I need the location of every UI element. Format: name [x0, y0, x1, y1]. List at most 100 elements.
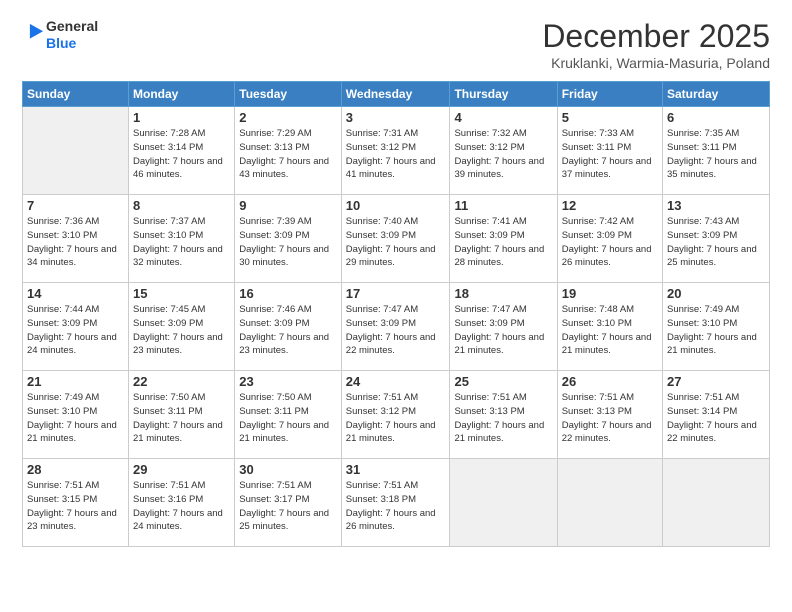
weekday-header-friday: Friday	[557, 82, 662, 107]
calendar-cell: 9Sunrise: 7:39 AMSunset: 3:09 PMDaylight…	[235, 195, 342, 283]
day-info: Sunrise: 7:51 AMSunset: 3:13 PMDaylight:…	[562, 391, 658, 446]
day-number: 6	[667, 110, 765, 125]
day-info: Sunrise: 7:31 AMSunset: 3:12 PMDaylight:…	[346, 127, 446, 182]
day-info: Sunrise: 7:41 AMSunset: 3:09 PMDaylight:…	[454, 215, 552, 270]
day-number: 17	[346, 286, 446, 301]
calendar: SundayMondayTuesdayWednesdayThursdayFrid…	[22, 81, 770, 547]
day-number: 19	[562, 286, 658, 301]
calendar-cell: 11Sunrise: 7:41 AMSunset: 3:09 PMDayligh…	[450, 195, 557, 283]
day-number: 13	[667, 198, 765, 213]
calendar-cell: 4Sunrise: 7:32 AMSunset: 3:12 PMDaylight…	[450, 107, 557, 195]
day-number: 29	[133, 462, 230, 477]
calendar-cell: 28 Sunrise: 7:51 AMSunset: 3:15 PMDayligh…	[23, 459, 129, 547]
day-number: 5	[562, 110, 658, 125]
day-number: 30	[239, 462, 337, 477]
day-info: Sunrise: 7:42 AMSunset: 3:09 PMDaylight:…	[562, 215, 658, 270]
day-number: 3	[346, 110, 446, 125]
calendar-cell: 18Sunrise: 7:47 AMSunset: 3:09 PMDayligh…	[450, 283, 557, 371]
weekday-header-monday: Monday	[129, 82, 235, 107]
calendar-cell: 3 Sunrise: 7:31 AMSunset: 3:12 PMDaylight…	[341, 107, 450, 195]
weekday-header-thursday: Thursday	[450, 82, 557, 107]
calendar-cell: 23 Sunrise: 7:50 AMSunset: 3:11 PMDayligh…	[235, 371, 342, 459]
day-info: Sunrise: 7:36 AMSunset: 3:10 PMDaylight:…	[27, 215, 124, 270]
day-info: Sunrise: 7:33 AMSunset: 3:11 PMDaylight:…	[562, 127, 658, 182]
calendar-cell: 12 Sunrise: 7:42 AMSunset: 3:09 PMDayligh…	[557, 195, 662, 283]
day-info: Sunrise: 7:51 AMSunset: 3:16 PMDaylight:…	[133, 479, 230, 534]
day-number: 24	[346, 374, 446, 389]
day-number: 16	[239, 286, 337, 301]
day-info: Sunrise: 7:50 AMSunset: 3:11 PMDaylight:…	[133, 391, 230, 446]
week-row-2: 14Sunrise: 7:44 AMSunset: 3:09 PMDayligh…	[23, 283, 770, 371]
calendar-cell	[450, 459, 557, 547]
calendar-cell	[663, 459, 770, 547]
day-info: Sunrise: 7:47 AMSunset: 3:09 PMDaylight:…	[346, 303, 446, 358]
calendar-cell: 22 Sunrise: 7:50 AMSunset: 3:11 PMDayligh…	[129, 371, 235, 459]
day-number: 26	[562, 374, 658, 389]
day-number: 31	[346, 462, 446, 477]
calendar-cell: 15Sunrise: 7:45 AMSunset: 3:09 PMDayligh…	[129, 283, 235, 371]
day-info: Sunrise: 7:49 AMSunset: 3:10 PMDaylight:…	[27, 391, 124, 446]
day-number: 1	[133, 110, 230, 125]
day-info: Sunrise: 7:51 AMSunset: 3:15 PMDaylight:…	[27, 479, 124, 534]
day-info: Sunrise: 7:51 AMSunset: 3:12 PMDaylight:…	[346, 391, 446, 446]
day-info: Sunrise: 7:51 AMSunset: 3:17 PMDaylight:…	[239, 479, 337, 534]
weekday-header-tuesday: Tuesday	[235, 82, 342, 107]
month-title: December 2025	[542, 18, 770, 55]
day-info: Sunrise: 7:50 AMSunset: 3:11 PMDaylight:…	[239, 391, 337, 446]
day-info: Sunrise: 7:48 AMSunset: 3:10 PMDaylight:…	[562, 303, 658, 358]
day-number: 8	[133, 198, 230, 213]
logo: General Blue	[22, 18, 98, 52]
day-info: Sunrise: 7:29 AMSunset: 3:13 PMDaylight:…	[239, 127, 337, 182]
calendar-cell: 30 Sunrise: 7:51 AMSunset: 3:17 PMDayligh…	[235, 459, 342, 547]
calendar-cell: 16 Sunrise: 7:46 AMSunset: 3:09 PMDayligh…	[235, 283, 342, 371]
logo-text: General Blue	[46, 18, 98, 52]
calendar-cell	[23, 107, 129, 195]
header: General Blue December 2025 Kruklanki, Wa…	[22, 18, 770, 71]
calendar-cell: 19 Sunrise: 7:48 AMSunset: 3:10 PMDayligh…	[557, 283, 662, 371]
day-number: 10	[346, 198, 446, 213]
day-number: 2	[239, 110, 337, 125]
day-info: Sunrise: 7:39 AMSunset: 3:09 PMDaylight:…	[239, 215, 337, 270]
calendar-cell: 25Sunrise: 7:51 AMSunset: 3:13 PMDayligh…	[450, 371, 557, 459]
day-info: Sunrise: 7:46 AMSunset: 3:09 PMDaylight:…	[239, 303, 337, 358]
day-info: Sunrise: 7:43 AMSunset: 3:09 PMDaylight:…	[667, 215, 765, 270]
day-info: Sunrise: 7:32 AMSunset: 3:12 PMDaylight:…	[454, 127, 552, 182]
day-number: 28	[27, 462, 124, 477]
calendar-cell: 17 Sunrise: 7:47 AMSunset: 3:09 PMDayligh…	[341, 283, 450, 371]
week-row-1: 7 Sunrise: 7:36 AMSunset: 3:10 PMDaylight…	[23, 195, 770, 283]
day-number: 12	[562, 198, 658, 213]
calendar-cell: 20Sunrise: 7:49 AMSunset: 3:10 PMDayligh…	[663, 283, 770, 371]
calendar-cell: 7 Sunrise: 7:36 AMSunset: 3:10 PMDaylight…	[23, 195, 129, 283]
calendar-cell: 8Sunrise: 7:37 AMSunset: 3:10 PMDaylight…	[129, 195, 235, 283]
week-row-4: 28 Sunrise: 7:51 AMSunset: 3:15 PMDayligh…	[23, 459, 770, 547]
day-number: 25	[454, 374, 552, 389]
calendar-cell: 31Sunrise: 7:51 AMSunset: 3:18 PMDayligh…	[341, 459, 450, 547]
day-number: 15	[133, 286, 230, 301]
day-info: Sunrise: 7:40 AMSunset: 3:09 PMDaylight:…	[346, 215, 446, 270]
calendar-cell: 1 Sunrise: 7:28 AMSunset: 3:14 PMDaylight…	[129, 107, 235, 195]
day-number: 18	[454, 286, 552, 301]
day-info: Sunrise: 7:44 AMSunset: 3:09 PMDaylight:…	[27, 303, 124, 358]
page: General Blue December 2025 Kruklanki, Wa…	[0, 0, 792, 612]
day-number: 22	[133, 374, 230, 389]
calendar-cell: 26 Sunrise: 7:51 AMSunset: 3:13 PMDayligh…	[557, 371, 662, 459]
logo-icon	[24, 21, 46, 43]
day-number: 23	[239, 374, 337, 389]
calendar-cell: 24 Sunrise: 7:51 AMSunset: 3:12 PMDayligh…	[341, 371, 450, 459]
day-info: Sunrise: 7:51 AMSunset: 3:14 PMDaylight:…	[667, 391, 765, 446]
weekday-header-wednesday: Wednesday	[341, 82, 450, 107]
calendar-cell: 14Sunrise: 7:44 AMSunset: 3:09 PMDayligh…	[23, 283, 129, 371]
calendar-cell: 10 Sunrise: 7:40 AMSunset: 3:09 PMDayligh…	[341, 195, 450, 283]
day-number: 21	[27, 374, 124, 389]
day-number: 7	[27, 198, 124, 213]
title-block: December 2025 Kruklanki, Warmia-Masuria,…	[542, 18, 770, 71]
logo-general: General	[46, 18, 98, 35]
week-row-3: 21 Sunrise: 7:49 AMSunset: 3:10 PMDayligh…	[23, 371, 770, 459]
location: Kruklanki, Warmia-Masuria, Poland	[542, 55, 770, 71]
day-number: 20	[667, 286, 765, 301]
calendar-cell: 2 Sunrise: 7:29 AMSunset: 3:13 PMDaylight…	[235, 107, 342, 195]
calendar-cell: 21 Sunrise: 7:49 AMSunset: 3:10 PMDayligh…	[23, 371, 129, 459]
calendar-cell: 5 Sunrise: 7:33 AMSunset: 3:11 PMDaylight…	[557, 107, 662, 195]
weekday-header-saturday: Saturday	[663, 82, 770, 107]
day-info: Sunrise: 7:28 AMSunset: 3:14 PMDaylight:…	[133, 127, 230, 182]
